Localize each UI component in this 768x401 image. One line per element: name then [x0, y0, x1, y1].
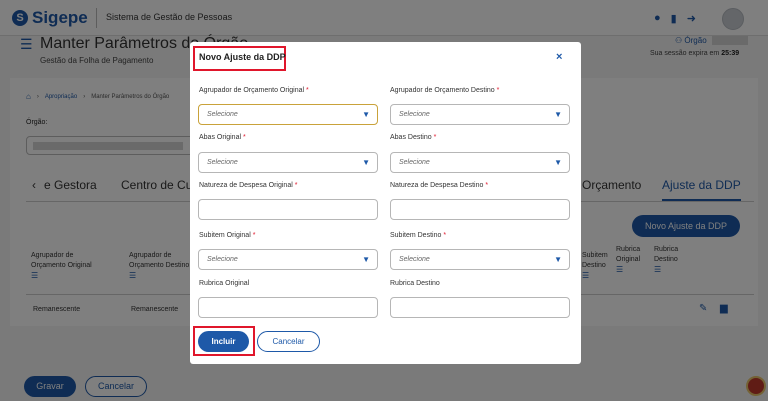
agrupador-destino-select[interactable]: Selecione ▼ — [390, 104, 570, 125]
label-text: Natureza de Despesa Destino — [390, 182, 484, 189]
select-placeholder: Selecione — [399, 111, 430, 118]
subitem-destino-label: Subitem Destino * — [390, 232, 446, 239]
abas-destino-label: Abas Destino * — [390, 134, 436, 141]
natureza-original-label: Natureza de Despesa Original * — [199, 182, 297, 189]
chevron-down-icon: ▼ — [362, 158, 370, 167]
label-text: Agrupador de Orçamento Original — [199, 87, 305, 94]
novo-ajuste-modal: Novo Ajuste da DDP × Agrupador de Orçame… — [190, 42, 581, 364]
natureza-destino-input[interactable] — [390, 199, 570, 220]
label-text: Agrupador de Orçamento Destino — [390, 87, 495, 94]
required-mark: * — [485, 182, 489, 189]
incluir-button[interactable]: Incluir — [198, 331, 249, 352]
cancelar-button[interactable]: Cancelar — [257, 331, 320, 352]
natureza-original-input[interactable] — [198, 199, 378, 220]
required-mark: * — [306, 87, 309, 94]
required-mark: * — [443, 232, 447, 239]
required-mark: * — [294, 182, 298, 189]
natureza-destino-label: Natureza de Despesa Destino * — [390, 182, 488, 189]
chevron-down-icon: ▼ — [362, 255, 370, 264]
subitem-destino-select[interactable]: Selecione ▼ — [390, 249, 570, 270]
select-placeholder: Selecione — [207, 256, 238, 263]
label-text: Subitem Destino — [390, 232, 442, 239]
chevron-down-icon: ▼ — [554, 158, 562, 167]
label-text: Subitem Original — [199, 232, 251, 239]
agrupador-original-select[interactable]: Selecione ▼ — [198, 104, 378, 125]
agrupador-destino-label: Agrupador de Orçamento Destino * — [390, 87, 499, 94]
rubrica-original-input[interactable] — [198, 297, 378, 318]
chevron-down-icon: ▼ — [362, 110, 370, 119]
label-text: Abas Destino — [390, 134, 432, 141]
subitem-original-select[interactable]: Selecione ▼ — [198, 249, 378, 270]
abas-original-select[interactable]: Selecione ▼ — [198, 152, 378, 173]
select-placeholder: Selecione — [207, 159, 238, 166]
chevron-down-icon: ▼ — [554, 110, 562, 119]
select-placeholder: Selecione — [399, 159, 430, 166]
required-mark: * — [496, 87, 500, 94]
rubrica-original-label: Rubrica Original — [199, 280, 250, 287]
chevron-down-icon: ▼ — [554, 255, 562, 264]
required-mark: * — [242, 134, 246, 141]
abas-destino-select[interactable]: Selecione ▼ — [390, 152, 570, 173]
select-placeholder: Selecione — [207, 111, 238, 118]
required-mark: * — [252, 232, 256, 239]
abas-original-label: Abas Original * — [199, 134, 246, 141]
rubrica-destino-label: Rubrica Destino — [390, 280, 440, 287]
required-mark: * — [433, 134, 437, 141]
subitem-original-label: Subitem Original * — [199, 232, 255, 239]
label-text: Abas Original — [199, 134, 242, 141]
agrupador-original-label: Agrupador de Orçamento Original * — [199, 87, 309, 94]
label-text: Natureza de Despesa Original — [199, 182, 293, 189]
modal-title: Novo Ajuste da DDP — [199, 52, 286, 62]
rubrica-destino-input[interactable] — [390, 297, 570, 318]
close-icon[interactable]: × — [556, 51, 562, 63]
select-placeholder: Selecione — [399, 256, 430, 263]
